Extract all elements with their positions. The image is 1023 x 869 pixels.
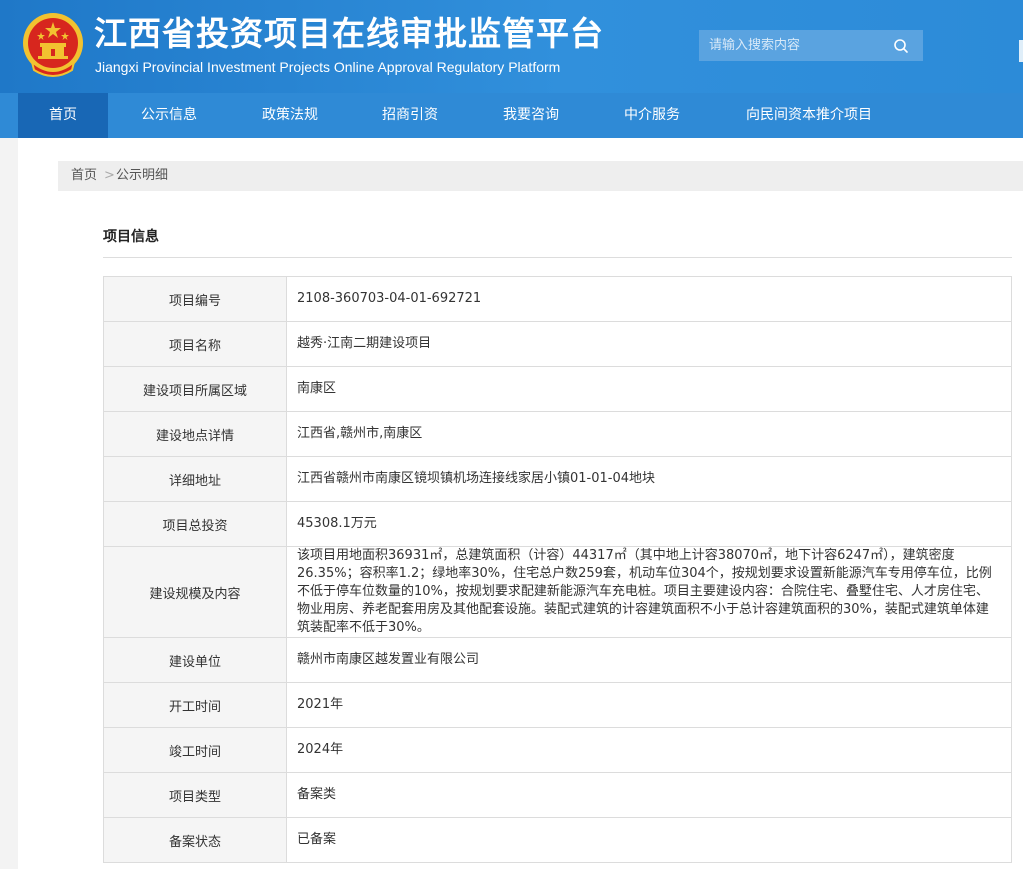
- row-value-total-investment: 45308.1万元: [286, 501, 1012, 547]
- row-label-start-time: 开工时间: [103, 682, 287, 728]
- nav-item-consult[interactable]: 我要咨询: [486, 93, 576, 138]
- row-label-address: 详细地址: [103, 456, 287, 502]
- site-title: 江西省投资项目在线审批监管平台: [94, 14, 604, 53]
- row-label-region: 建设项目所属区域: [103, 366, 287, 412]
- breadcrumb-separator: >: [104, 168, 115, 183]
- row-value-location: 江西省,赣州市,南康区: [286, 411, 1012, 457]
- table-row: 建设单位 赣州市南康区越发置业有限公司: [103, 637, 1012, 683]
- table-row: 备案状态 已备案: [103, 817, 1012, 863]
- nav-item-public-info[interactable]: 公示信息: [124, 93, 214, 138]
- section-title: 项目信息: [103, 229, 159, 245]
- table-row: 项目类型 备案类: [103, 772, 1012, 818]
- row-label-scale-content: 建设规模及内容: [103, 546, 287, 638]
- row-value-builder: 赣州市南康区越发置业有限公司: [286, 637, 1012, 683]
- row-label-location: 建设地点详情: [103, 411, 287, 457]
- breadcrumb-current: 公示明细: [116, 168, 169, 183]
- main-nav: 首页 公示信息 政策法规 招商引资 我要咨询 中介服务 向民间资本推介项目: [0, 93, 1023, 138]
- site-header: 江西省投资项目在线审批监管平台 Jiangxi Provincial Inves…: [0, 0, 1023, 93]
- row-value-filing-status: 已备案: [286, 817, 1012, 863]
- table-row: 项目编号 2108-360703-04-01-692721: [103, 276, 1012, 322]
- nav-item-intermediary[interactable]: 中介服务: [607, 93, 697, 138]
- table-row: 项目名称 越秀·江南二期建设项目: [103, 321, 1012, 367]
- table-row: 项目总投资 45308.1万元: [103, 501, 1012, 547]
- table-row: 开工时间 2021年: [103, 682, 1012, 728]
- row-value-start-time: 2021年: [286, 682, 1012, 728]
- row-value-end-time: 2024年: [286, 727, 1012, 773]
- row-value-project-type: 备案类: [286, 772, 1012, 818]
- header-edge-decoration: [1019, 40, 1023, 62]
- project-info-table: 项目编号 2108-360703-04-01-692721 项目名称 越秀·江南…: [103, 276, 1012, 863]
- table-row: 建设项目所属区域 南康区: [103, 366, 1012, 412]
- row-label-project-type: 项目类型: [103, 772, 287, 818]
- search-input[interactable]: [699, 30, 889, 61]
- row-label-project-code: 项目编号: [103, 276, 287, 322]
- national-emblem-icon: [23, 13, 83, 77]
- search-icon[interactable]: [893, 38, 909, 54]
- table-row: 详细地址 江西省赣州市南康区镜坝镇机场连接线家居小镇01-01-04地块: [103, 456, 1012, 502]
- nav-item-home[interactable]: 首页: [18, 93, 108, 138]
- table-row: 建设地点详情 江西省,赣州市,南康区: [103, 411, 1012, 457]
- nav-item-policy[interactable]: 政策法规: [245, 93, 335, 138]
- table-row: 竣工时间 2024年: [103, 727, 1012, 773]
- row-label-end-time: 竣工时间: [103, 727, 287, 773]
- row-label-builder: 建设单位: [103, 637, 287, 683]
- row-value-address: 江西省赣州市南康区镜坝镇机场连接线家居小镇01-01-04地块: [286, 456, 1012, 502]
- row-value-scale-content: 该项目用地面积36931㎡，总建筑面积（计容）44317㎡（其中地上计容3807…: [286, 546, 1012, 638]
- site-subtitle: Jiangxi Provincial Investment Projects O…: [95, 59, 561, 75]
- section-divider: [103, 257, 1012, 258]
- row-value-project-code: 2108-360703-04-01-692721: [286, 276, 1012, 322]
- row-label-project-name: 项目名称: [103, 321, 287, 367]
- row-label-filing-status: 备案状态: [103, 817, 287, 863]
- search-box: [699, 30, 923, 61]
- row-value-region: 南康区: [286, 366, 1012, 412]
- table-row: 建设规模及内容 该项目用地面积36931㎡，总建筑面积（计容）44317㎡（其中…: [103, 546, 1012, 638]
- nav-item-private-capital[interactable]: 向民间资本推介项目: [728, 93, 890, 138]
- breadcrumb: 首页 > 公示明细: [58, 161, 1023, 191]
- row-label-total-investment: 项目总投资: [103, 501, 287, 547]
- nav-item-investment[interactable]: 招商引资: [365, 93, 455, 138]
- row-value-project-name: 越秀·江南二期建设项目: [286, 321, 1012, 367]
- breadcrumb-home-link[interactable]: 首页: [71, 161, 97, 191]
